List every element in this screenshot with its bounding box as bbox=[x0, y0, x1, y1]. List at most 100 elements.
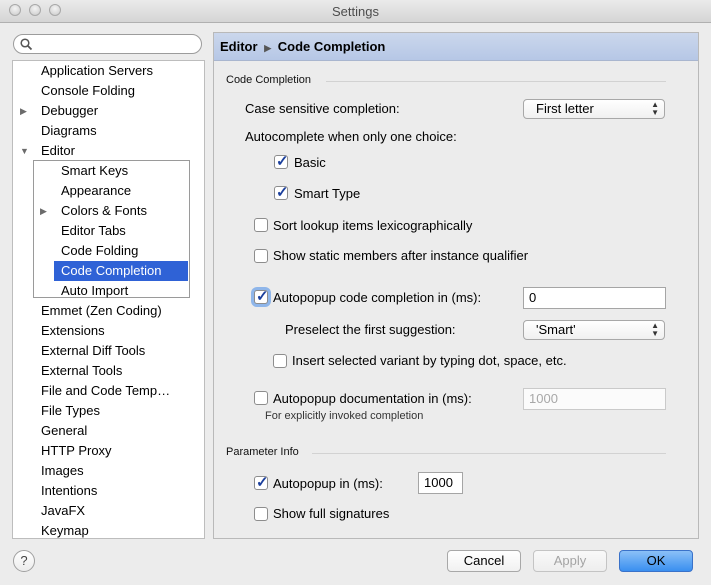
settings-content-panel: Editor ▶ Code Completion Code Completion… bbox=[213, 32, 699, 539]
tree-item[interactable]: Diagrams bbox=[13, 121, 193, 141]
preselect-value: 'Smart' bbox=[536, 322, 576, 337]
tree-item[interactable]: Keymap bbox=[13, 521, 193, 538]
tree-item[interactable]: Application Servers bbox=[13, 61, 193, 81]
autopopup-doc-checkbox[interactable] bbox=[254, 391, 268, 405]
section-divider bbox=[312, 453, 666, 454]
tree-item[interactable]: ▶ Debugger bbox=[13, 101, 193, 121]
tree-item[interactable]: Code Completion bbox=[54, 261, 188, 281]
tree-item-label: Code Completion bbox=[61, 263, 162, 278]
autocomplete-label: Autocomplete when only one choice: bbox=[245, 129, 457, 144]
preselect-label: Preselect the first suggestion: bbox=[285, 322, 456, 337]
tree-item[interactable]: ▼ Editor bbox=[13, 141, 193, 161]
tree-item-label: Colors & Fonts bbox=[61, 203, 147, 218]
param-autopopup-label: Autopopup in (ms): bbox=[273, 476, 383, 491]
tree-item-label: File and Code Temp… bbox=[41, 383, 171, 398]
tree-item-label: Code Folding bbox=[61, 243, 139, 258]
preselect-select[interactable]: 'Smart' ▲ ▼ bbox=[523, 320, 665, 340]
tree-item[interactable]: Intentions bbox=[13, 481, 193, 501]
show-static-label: Show static members after instance quali… bbox=[273, 248, 529, 263]
tree-item-label: JavaFX bbox=[41, 503, 86, 518]
tree-item-label: Diagrams bbox=[41, 123, 97, 138]
show-static-checkbox[interactable] bbox=[254, 249, 268, 263]
tree-item-label: Editor Tabs bbox=[61, 223, 126, 238]
cancel-button[interactable]: Cancel bbox=[447, 550, 521, 572]
tree-item-label: Auto Import bbox=[61, 283, 129, 298]
insert-variant-checkbox[interactable] bbox=[273, 354, 287, 368]
tree-item[interactable]: HTTP Proxy bbox=[13, 441, 193, 461]
insert-variant-label: Insert selected variant by typing dot, s… bbox=[292, 353, 567, 368]
tree-item-label: Appearance bbox=[61, 183, 132, 198]
tree-item[interactable]: ▶ Colors & Fonts bbox=[13, 201, 193, 221]
full-signatures-checkbox[interactable] bbox=[254, 507, 268, 521]
search-input[interactable] bbox=[13, 34, 202, 54]
ok-button[interactable]: OK bbox=[619, 550, 693, 572]
apply-button[interactable]: Apply bbox=[533, 550, 607, 572]
param-autopopup-checkbox[interactable] bbox=[254, 473, 269, 491]
search-icon bbox=[20, 38, 33, 51]
settings-window: Settings Application Servers Console Fold… bbox=[0, 0, 711, 585]
updown-arrows-icon: ▲ ▼ bbox=[651, 100, 659, 117]
tree-item[interactable]: JavaFX bbox=[13, 501, 193, 521]
autopopup-completion-label: Autopopup code completion in (ms): bbox=[273, 290, 482, 305]
tree-item-label: Console Folding bbox=[41, 83, 135, 98]
code-completion-section-title: Code Completion bbox=[226, 74, 311, 86]
autopopup-completion-checkbox[interactable] bbox=[254, 287, 269, 305]
window-title: Settings bbox=[332, 4, 379, 19]
tree-item[interactable]: Extensions bbox=[13, 321, 193, 341]
breadcrumb-current: Code Completion bbox=[277, 39, 386, 54]
tree-item[interactable]: Auto Import bbox=[13, 281, 193, 301]
case-sensitive-select[interactable]: First letter ▲ ▼ bbox=[523, 99, 665, 119]
tree-item-label: HTTP Proxy bbox=[41, 443, 112, 458]
tree-item-label: Application Servers bbox=[41, 63, 153, 78]
breadcrumb: Editor ▶ Code Completion bbox=[214, 33, 698, 61]
tree-item-label: Emmet (Zen Coding) bbox=[41, 303, 162, 318]
smart-type-checkbox[interactable] bbox=[274, 183, 289, 201]
autopopup-doc-label: Autopopup documentation in (ms): bbox=[273, 391, 472, 406]
tree-item-label: Editor bbox=[41, 143, 75, 158]
smart-type-label: Smart Type bbox=[294, 186, 361, 201]
tree-item[interactable]: Code Folding bbox=[13, 241, 193, 261]
tree-item[interactable]: Appearance bbox=[13, 181, 193, 201]
tree-item[interactable]: Emmet (Zen Coding) bbox=[13, 301, 193, 321]
tree-item[interactable]: File and Code Temp… bbox=[13, 381, 193, 401]
case-sensitive-value: First letter bbox=[536, 101, 594, 116]
breadcrumb-arrow-icon: ▶ bbox=[264, 43, 272, 53]
sort-lookup-label: Sort lookup items lexicographically bbox=[273, 218, 473, 233]
expanded-arrow-icon[interactable]: ▼ bbox=[20, 141, 29, 161]
case-sensitive-label: Case sensitive completion: bbox=[245, 101, 400, 116]
sort-lookup-checkbox[interactable] bbox=[254, 218, 268, 232]
basic-checkbox[interactable] bbox=[274, 152, 289, 170]
tree-item-label: External Diff Tools bbox=[41, 343, 146, 358]
basic-label: Basic bbox=[294, 155, 326, 170]
tree-item[interactable]: File Types bbox=[13, 401, 193, 421]
collapsed-arrow-icon[interactable]: ▶ bbox=[40, 201, 47, 221]
updown-arrows-icon: ▲ ▼ bbox=[651, 321, 659, 338]
tree-item-label: External Tools bbox=[41, 363, 123, 378]
autopopup-completion-input[interactable]: 0 bbox=[523, 287, 666, 309]
section-divider bbox=[326, 81, 666, 82]
tree-item[interactable]: Editor Tabs bbox=[13, 221, 193, 241]
tree-item[interactable]: Console Folding bbox=[13, 81, 193, 101]
full-signatures-label: Show full signatures bbox=[273, 506, 390, 521]
parameter-info-section-title: Parameter Info bbox=[226, 446, 299, 458]
param-autopopup-input[interactable]: 1000 bbox=[418, 472, 463, 494]
tree-item-label: General bbox=[41, 423, 88, 438]
autopopup-doc-hint: For explicitly invoked completion bbox=[265, 410, 424, 422]
settings-tree[interactable]: Application Servers Console Folding ▶ Debug… bbox=[12, 60, 205, 539]
tree-item-label: Images bbox=[41, 463, 84, 478]
tree-item[interactable]: Smart Keys bbox=[13, 161, 193, 181]
collapsed-arrow-icon[interactable]: ▶ bbox=[20, 101, 27, 121]
tree-item-label: Debugger bbox=[41, 103, 99, 118]
tree-item-label: Keymap bbox=[41, 523, 89, 538]
tree-item-label: File Types bbox=[41, 403, 101, 418]
tree-item-label: Extensions bbox=[41, 323, 105, 338]
tree-item[interactable]: Images bbox=[13, 461, 193, 481]
autopopup-doc-input[interactable]: 1000 bbox=[523, 388, 666, 410]
tree-item[interactable]: General bbox=[13, 421, 193, 441]
help-button[interactable]: ? bbox=[13, 550, 35, 572]
tree-item[interactable]: External Tools bbox=[13, 361, 193, 381]
tree-item[interactable]: External Diff Tools bbox=[13, 341, 193, 361]
tree-item-label: Intentions bbox=[41, 483, 98, 498]
breadcrumb-parent: Editor bbox=[220, 39, 258, 54]
tree-item-label: Smart Keys bbox=[61, 163, 129, 178]
